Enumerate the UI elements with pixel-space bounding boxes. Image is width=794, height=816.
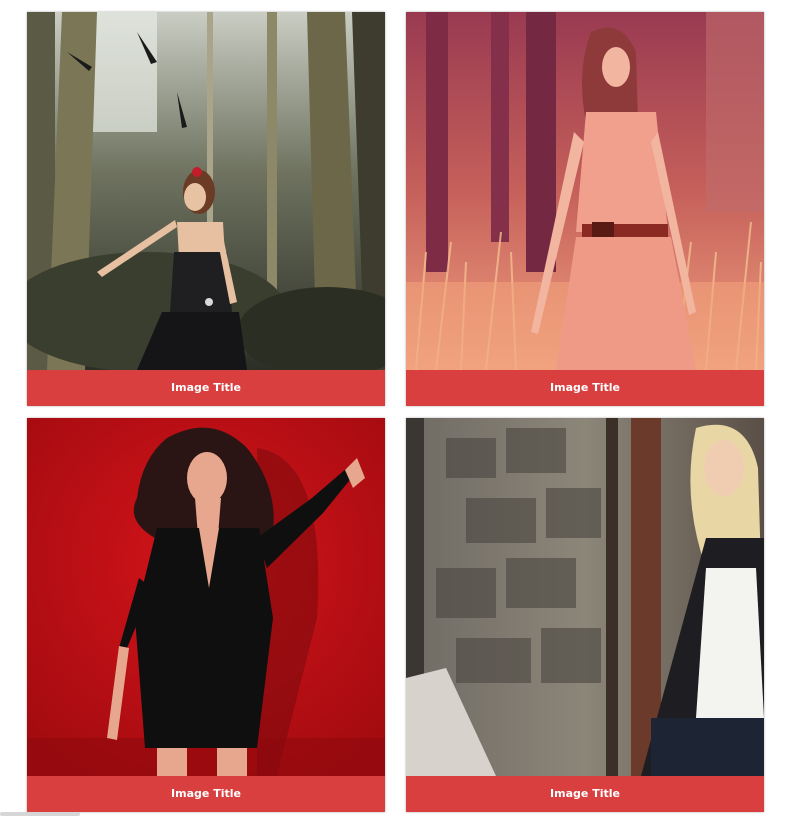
image-title-caption[interactable]: Image Title bbox=[27, 370, 385, 406]
photo-street-woman[interactable] bbox=[406, 418, 764, 776]
gallery-card-1[interactable]: Image Title bbox=[27, 12, 385, 406]
image-title-caption[interactable]: Image Title bbox=[27, 776, 385, 812]
photo-red-wall-woman[interactable] bbox=[27, 418, 385, 776]
image-title-caption[interactable]: Image Title bbox=[406, 370, 764, 406]
gallery-card-4[interactable]: Image Title bbox=[406, 418, 764, 812]
gallery-card-2[interactable]: Image Title bbox=[406, 12, 764, 406]
image-title-caption[interactable]: Image Title bbox=[406, 776, 764, 812]
photo-forest-woman[interactable] bbox=[27, 12, 385, 370]
horizontal-scrollbar[interactable] bbox=[0, 812, 80, 816]
gallery-card-3[interactable]: Image Title bbox=[27, 418, 385, 812]
photo-field-woman[interactable] bbox=[406, 12, 764, 370]
